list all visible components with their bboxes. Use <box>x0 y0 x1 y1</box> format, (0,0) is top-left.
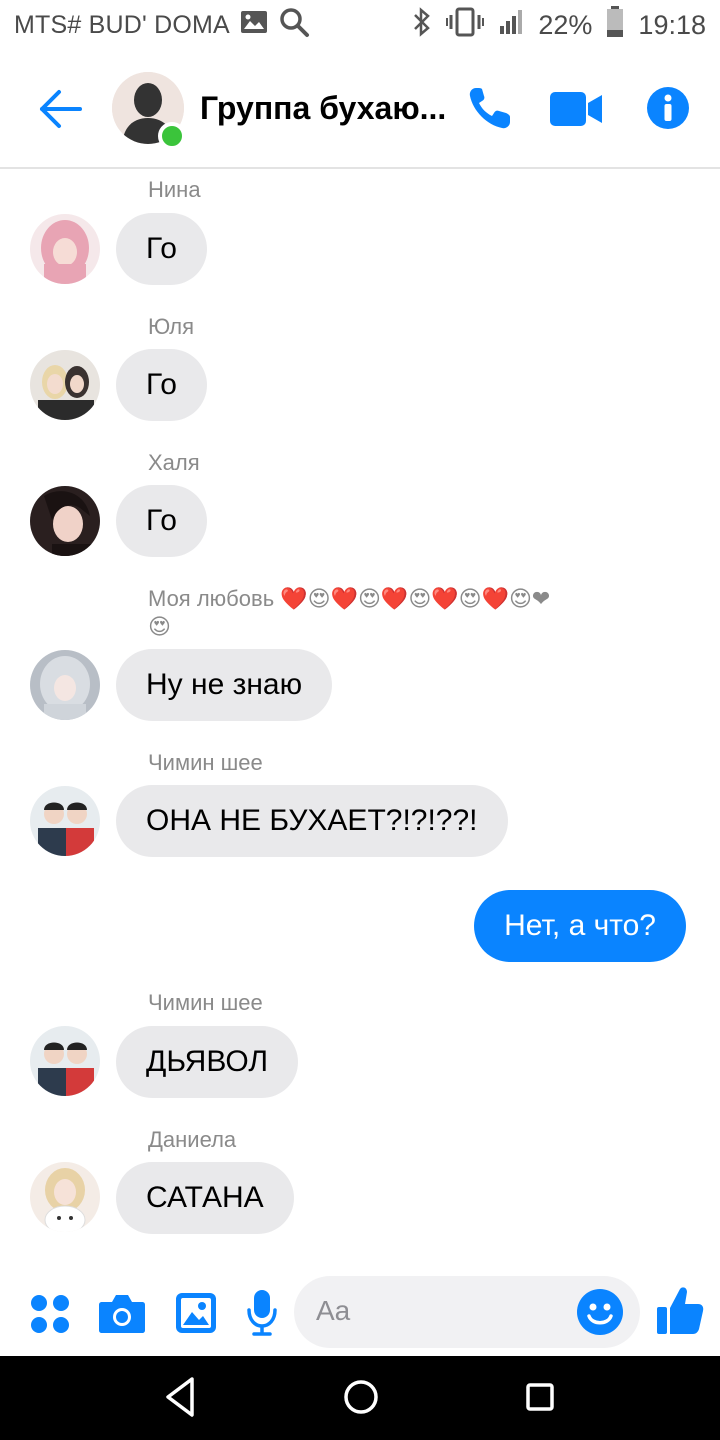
apps-button[interactable] <box>30 1294 70 1339</box>
back-arrow-icon <box>40 90 82 128</box>
online-status-dot <box>158 122 186 150</box>
sender-name-continued: 😍 <box>148 614 171 639</box>
sender-name: Халя <box>148 450 200 475</box>
message-bubble[interactable]: Го <box>116 349 207 421</box>
chat-header: Группа бухаю... <box>0 50 720 169</box>
camera-button[interactable] <box>98 1292 146 1339</box>
signal-icon <box>498 8 524 43</box>
message-list[interactable]: Нина Го Юля Го Халя Го Моя любовь ❤️😍❤️😍… <box>0 170 720 1270</box>
triangle-back-icon <box>166 1377 194 1417</box>
info-icon <box>647 87 689 129</box>
avatar[interactable] <box>30 214 100 284</box>
info-button[interactable] <box>646 86 690 135</box>
sender-name: Чимин шее <box>148 990 263 1015</box>
microphone-icon <box>247 1290 277 1336</box>
like-button[interactable] <box>656 1286 704 1341</box>
search-notification-icon <box>278 6 310 45</box>
gallery-icon <box>176 1293 216 1333</box>
message-composer <box>0 1270 720 1356</box>
sender-name: Чимин шее <box>148 750 263 775</box>
nav-home-button[interactable] <box>341 1376 381 1423</box>
avatar[interactable] <box>30 1026 100 1096</box>
vibrate-icon <box>446 7 485 44</box>
clock: 19:18 <box>638 9 706 40</box>
image-notification-icon <box>240 10 268 41</box>
bluetooth-icon <box>412 6 432 44</box>
message-bubble[interactable]: Го <box>116 485 207 557</box>
chat-title[interactable]: Группа бухаю... <box>200 90 446 127</box>
message-bubble[interactable]: ДЬЯВОЛ <box>116 1026 299 1098</box>
phone-icon <box>469 88 510 129</box>
sender-name: Моя любовь ❤️😍❤️😍❤️😍❤️😍❤️😍❤ <box>148 586 551 611</box>
video-call-button[interactable] <box>550 92 602 131</box>
sender-name: Юля <box>148 314 194 339</box>
system-nav-bar <box>0 1356 720 1440</box>
avatar[interactable] <box>30 650 100 720</box>
avatar[interactable] <box>30 486 100 556</box>
carrier-label: MTS# BUD' DOMA <box>14 10 230 39</box>
video-camera-icon <box>550 92 602 126</box>
status-bar: MTS# BUD' DOMA 22% 19:18 <box>0 0 720 50</box>
message-bubble[interactable]: Го <box>116 213 207 285</box>
avatar[interactable] <box>30 1162 100 1232</box>
message-input[interactable] <box>316 1288 566 1334</box>
gallery-button[interactable] <box>175 1292 217 1339</box>
message-bubble[interactable]: ОНА НЕ БУХАЕТ?!?!??! <box>116 785 508 857</box>
nav-back-button[interactable] <box>164 1376 196 1423</box>
outgoing-message-bubble[interactable]: Нет, а что? <box>474 890 686 962</box>
battery-icon <box>606 5 624 45</box>
message-input-container[interactable] <box>294 1276 640 1348</box>
voice-button[interactable] <box>246 1288 278 1341</box>
message-bubble[interactable]: Ну не знаю <box>116 649 333 721</box>
emoji-icon <box>577 1289 623 1335</box>
square-recents-icon <box>526 1383 554 1411</box>
apps-grid-icon <box>31 1295 69 1333</box>
camera-icon <box>99 1295 145 1333</box>
back-button[interactable] <box>38 88 84 130</box>
sender-name: Даниела <box>148 1127 237 1152</box>
emoji-button[interactable] <box>576 1288 624 1341</box>
battery-percent: 22% <box>538 9 593 40</box>
sender-name: Нина <box>148 177 201 202</box>
message-bubble[interactable]: САТАНА <box>116 1162 294 1234</box>
avatar[interactable] <box>30 786 100 856</box>
nav-recents-button[interactable] <box>524 1376 556 1423</box>
circle-home-icon <box>344 1380 378 1414</box>
thumbs-up-icon <box>657 1287 704 1334</box>
avatar[interactable] <box>30 350 100 420</box>
call-button[interactable] <box>466 84 514 137</box>
